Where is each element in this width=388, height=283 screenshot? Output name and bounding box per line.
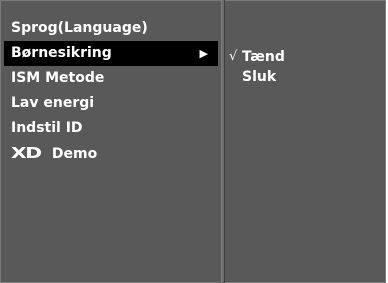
menu-item-label: Lav energi: [11, 95, 95, 111]
menu-item-label: Indstil ID: [11, 120, 83, 136]
menu-item-label: Børnesikring: [11, 45, 112, 61]
child-lock-submenu: √ Tænd Sluk: [229, 47, 285, 87]
main-menu-panel: Sprog(Language) Børnesikring ▶ ISM Metod…: [0, 0, 221, 283]
osd-menu: Sprog(Language) Børnesikring ▶ ISM Metod…: [0, 0, 386, 283]
menu-item-label: Sprog(Language): [11, 20, 148, 36]
menu-item-ism-method[interactable]: ISM Metode: [4, 66, 218, 91]
submenu-item-off[interactable]: Sluk: [229, 67, 285, 87]
arrow-right-icon: ▶: [199, 47, 208, 60]
menu-item-set-id[interactable]: Indstil ID: [4, 116, 218, 141]
menu-item-label: ISM Metode: [11, 70, 105, 86]
menu-item-label: Demo: [51, 146, 98, 162]
menu-item-xd-demo[interactable]: XD Demo: [4, 141, 218, 166]
main-menu: Sprog(Language) Børnesikring ▶ ISM Metod…: [4, 16, 218, 166]
xd-logo: XD: [11, 144, 42, 162]
submenu-item-label: Sluk: [242, 69, 277, 85]
submenu-panel: √ Tænd Sluk: [225, 0, 386, 283]
menu-item-low-power[interactable]: Lav energi: [4, 91, 218, 116]
submenu-item-on[interactable]: √ Tænd: [229, 47, 285, 67]
menu-item-language[interactable]: Sprog(Language): [4, 16, 218, 41]
menu-item-child-lock[interactable]: Børnesikring ▶: [4, 41, 218, 66]
checkmark-icon: √: [229, 49, 238, 64]
submenu-item-label: Tænd: [242, 49, 285, 65]
